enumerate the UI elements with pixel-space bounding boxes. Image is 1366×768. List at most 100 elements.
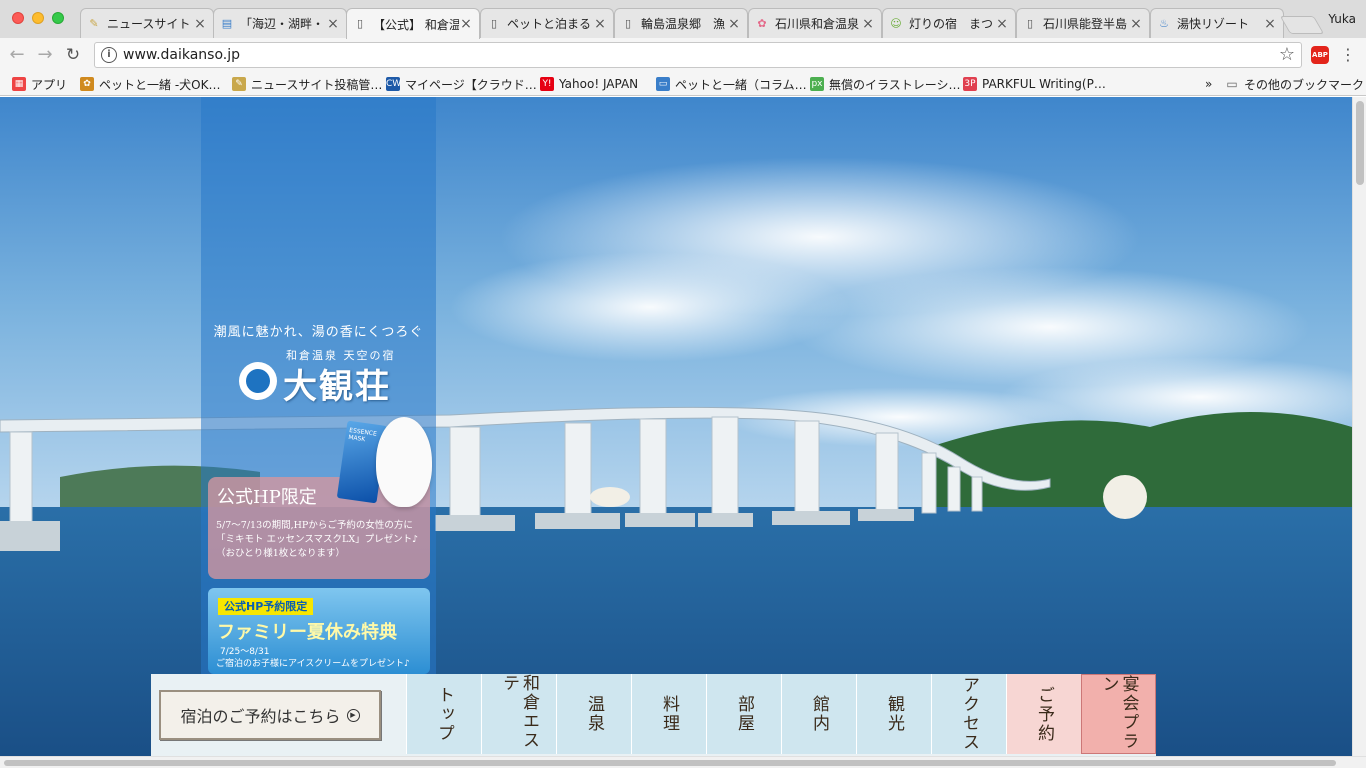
forward-button[interactable]: → (34, 44, 56, 66)
close-icon[interactable]: × (995, 16, 1009, 32)
close-icon[interactable]: × (861, 16, 875, 32)
tab-title: 【公式】 和倉温 (373, 17, 459, 32)
nav-item[interactable]: アクセス (931, 674, 1006, 754)
nav-item[interactable]: 観光 (856, 674, 931, 754)
toolbar: ← → ↻ i www.daikanso.jp ☆ (0, 38, 1366, 72)
close-icon[interactable]: × (1263, 16, 1277, 32)
bookmark-item[interactable]: ▭ ペットと一緒（コラム… (656, 75, 807, 93)
page-icon: ▯ (356, 17, 364, 30)
px-icon: px (810, 77, 824, 91)
tab-title: 石川県能登半島 (1043, 17, 1128, 31)
browser-tab[interactable]: ▯ 石川県能登半島 × (1016, 8, 1150, 38)
nav-item[interactable]: 部屋 (706, 674, 781, 754)
close-icon[interactable]: × (727, 16, 741, 32)
vertical-scroll-thumb[interactable] (1356, 101, 1364, 185)
horizontal-scroll-thumb[interactable] (4, 760, 1336, 766)
crane-logo-icon[interactable] (239, 362, 277, 400)
main-nav-bar: 宿泊のご予約はこちら ▶ トップ 和倉エステ 温泉 料理 部屋 館内 観光 アクセス ご予約 宴会… (151, 674, 1156, 756)
maximize-window-button[interactable] (52, 12, 64, 24)
bookmark-item[interactable]: CW マイページ【クラウド… (386, 75, 537, 93)
adblock-icon[interactable]: ABP (1311, 46, 1329, 64)
nav-item[interactable]: 宴会プラン (1081, 674, 1156, 754)
cw-icon: CW (386, 77, 402, 91)
browser-tab[interactable]: ✿ 石川県和倉温泉 × (748, 8, 882, 38)
nav-item-label: 料理 (659, 695, 679, 733)
nav-item[interactable]: トップ (406, 674, 481, 754)
browser-tab[interactable]: ♨ 湯快リゾート × (1150, 8, 1284, 38)
page-viewport: 潮風に魅かれ、湯の香にくつろぐ 和倉温泉 天空の宿 大観荘 公式HP限定 5/7… (0, 97, 1352, 756)
reload-button[interactable]: ↻ (62, 44, 84, 66)
close-icon[interactable]: × (326, 16, 340, 32)
close-icon[interactable]: × (459, 16, 473, 32)
bookmark-label: マイページ【クラウド… (405, 77, 537, 92)
info-icon[interactable]: i (101, 47, 117, 63)
nav-item[interactable]: ご予約 (1006, 674, 1081, 754)
close-window-button[interactable] (12, 12, 24, 24)
tab-title: 灯りの宿 まつ (909, 17, 994, 31)
bookmark-item[interactable]: ▦ アプリ (12, 75, 67, 93)
pencil-icon: ✎ (89, 16, 99, 30)
nav-item-label: 和倉エステ (499, 674, 539, 750)
nav-item-label: 温泉 (584, 695, 604, 733)
vertical-scrollbar[interactable] (1352, 97, 1366, 756)
nav-item[interactable]: 館内 (781, 674, 856, 754)
bookmark-item[interactable]: ✿ ペットと一緒 -犬OK… (80, 75, 220, 93)
promo1-body: 5/7〜7/13の期間,HPからご予約の女性の方に 「ミキモト エッセンスマスク… (216, 520, 419, 559)
bookmarks-overflow-chevron[interactable]: » (1205, 75, 1212, 93)
browser-tab[interactable]: ▯ ペットと泊まる × (480, 8, 614, 38)
back-button[interactable]: ← (6, 44, 28, 66)
promo-banner-family-summer[interactable]: 公式HP予約限定 ファミリー夏休み特典 7/25〜8/31 ご宿泊のお子様にアイ… (208, 588, 430, 674)
bookmark-star-icon[interactable]: ☆ (1279, 44, 1295, 65)
browser-tab[interactable]: ✎ ニュースサイト × (80, 8, 214, 38)
browser-tab[interactable]: ▯ 【公式】 和倉温 × (346, 8, 480, 39)
minimize-window-button[interactable] (32, 12, 44, 24)
close-icon[interactable]: × (193, 16, 207, 32)
promo2-body: ご宿泊のお子様にアイスクリームをプレゼント♪ (216, 659, 410, 669)
tab-title: ニュースサイト (107, 17, 191, 31)
url-text[interactable]: www.daikanso.jp (123, 47, 240, 63)
bookmark-item[interactable]: ✎ ニュースサイト投稿管… (232, 75, 382, 93)
circle-arrow-icon: ▶ (346, 708, 360, 722)
bookmark-label: ペットと一緒 -犬OK… (99, 77, 221, 92)
yahoo-icon: Y! (540, 77, 554, 91)
browser-tab[interactable]: ☺ 灯りの宿 まつ × (882, 8, 1016, 38)
horizontal-scrollbar[interactable] (0, 756, 1366, 768)
site-logo-text[interactable]: 大観荘 (283, 359, 391, 408)
nav-item[interactable]: 料理 (631, 674, 706, 754)
bookmark-item[interactable]: px 無償のイラストレーシ… (810, 75, 961, 93)
flower-icon: ✿ (757, 16, 767, 30)
menu-icon[interactable]: ⋮ (1340, 44, 1356, 66)
promo2-badge: 公式HP予約限定 (218, 598, 314, 615)
reload-icon: ↻ (65, 45, 81, 65)
other-bookmarks-folder[interactable]: ▭ その他のブックマーク (1225, 75, 1364, 93)
new-tab-button[interactable] (1279, 16, 1325, 34)
browser-tab[interactable]: ▤ 「海辺・湖畔・ × (213, 8, 347, 38)
nav-item[interactable]: 和倉エステ (481, 674, 556, 754)
tab-title: ペットと泊まる (507, 17, 592, 31)
bookmark-label: ペットと一緒（コラム… (675, 77, 807, 92)
nav-item[interactable]: 温泉 (556, 674, 631, 754)
page-icon: ▯ (1026, 16, 1034, 30)
doc-icon: ▤ (221, 16, 233, 30)
tab-title: 湯快リゾート (1177, 17, 1250, 31)
cat-icon: ☺ (890, 16, 902, 30)
nav-item-label: 宴会プラン (1098, 675, 1139, 751)
address-bar[interactable]: i www.daikanso.jp ☆ (94, 42, 1302, 68)
close-icon[interactable]: × (593, 16, 607, 32)
nav-item-label: トップ (434, 685, 454, 743)
arrow-left-icon: ← (9, 44, 25, 65)
bookmark-label: ニュースサイト投稿管… (251, 77, 383, 92)
bookmark-item[interactable]: 3P PARKFUL Writing(P… (963, 75, 1106, 93)
promo2-title: ファミリー夏休み特典 (217, 622, 397, 643)
nav-item-label: 部屋 (734, 695, 754, 733)
reservation-button[interactable]: 宿泊のご予約はこちら ▶ (159, 690, 381, 740)
nav-item-label: 館内 (809, 695, 829, 733)
close-icon[interactable]: × (1129, 16, 1143, 32)
site-tagline: 潮風に魅かれ、湯の香にくつろぐ (213, 325, 424, 340)
bookmark-item[interactable]: Y! Yahoo! JAPAN (540, 75, 638, 93)
nav-item-label: 観光 (884, 695, 904, 733)
tab-strip: ✎ ニュースサイト × ▤ 「海辺・湖畔・ × ▯ 【公式】 和倉温 × ▯ ペットと泊まる × ▯ 輪島… (0, 0, 1366, 39)
profile-name[interactable]: Yuka (1328, 12, 1356, 26)
tab-title: 石川県和倉温泉 (775, 17, 860, 31)
browser-tab[interactable]: ▯ 輪島温泉郷 漁 × (614, 8, 748, 38)
